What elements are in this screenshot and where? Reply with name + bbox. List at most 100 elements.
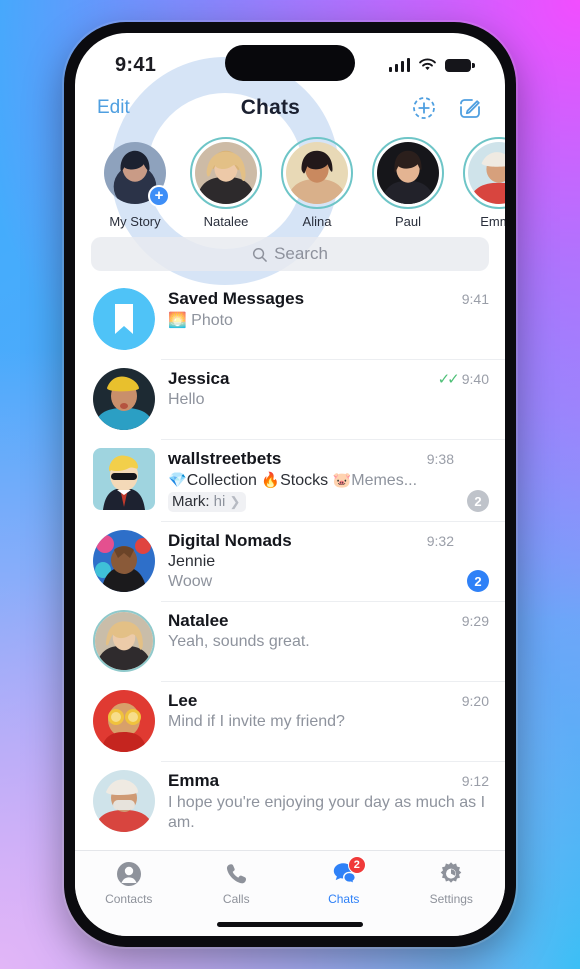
wallstreetbets-avatar (93, 448, 155, 510)
chat-row-digital-nomads[interactable]: Digital Nomads 9:32 Jennie Woow 2 (75, 521, 505, 601)
chat-preview-text: Mind if I invite my friend? (168, 713, 345, 730)
tab-contacts[interactable]: Contacts (75, 859, 183, 906)
chat-preview-part: Stocks (280, 472, 329, 489)
chat-content: Natalee 9:29 Yeah, sounds great. (168, 610, 489, 672)
edit-button[interactable]: Edit (97, 97, 130, 119)
paul-story-avatar (377, 142, 439, 204)
phone-screen: 9:41 Edit Chats + My Story Natalee Alina… (75, 33, 505, 936)
nav-actions (411, 95, 483, 121)
chat-preview-part: Memes... (351, 472, 418, 489)
chat-time: 9:20 (461, 693, 489, 709)
tab-label: Contacts (105, 892, 153, 906)
chat-title: Digital Nomads (168, 531, 292, 550)
home-indicator (217, 922, 363, 927)
story-item-paul[interactable]: Paul (370, 137, 446, 229)
alina-story-avatar (286, 142, 348, 204)
chat-time: 9:12 (461, 773, 489, 789)
navigation-bar: Edit Chats (75, 91, 505, 127)
chat-content: Saved Messages 9:41 🌅 Photo (168, 288, 489, 350)
read-double-check-icon: ✓✓ (437, 371, 460, 388)
chat-time: 9:41 (461, 291, 489, 307)
chat-title: Emma (168, 771, 220, 790)
stories-row[interactable]: + My Story Natalee Alina Paul Em (75, 127, 505, 233)
chat-preview-text: Photo (191, 312, 233, 329)
chat-row-emma[interactable]: Emma 9:12 I hope you're enjoying your da… (75, 761, 505, 842)
chat-time: 9:38 (426, 451, 454, 467)
chat-preview-text: I hope you're enjoying your day as much … (168, 794, 486, 831)
chat-row-wallstreetbets[interactable]: wallstreetbets 9:38 💎Collection 🔥Stocks … (75, 439, 505, 521)
chat-preview: 🌅 Photo (168, 311, 489, 330)
emma-story-avatar (468, 142, 505, 204)
story-item-emma[interactable]: Emma (461, 137, 505, 229)
chat-content: Jessica ✓✓ 9:40 Hello (168, 368, 489, 430)
chat-row-lee[interactable]: Lee 9:20 Mind if I invite my friend? (75, 681, 505, 761)
chat-preview-text: Woow (168, 573, 213, 590)
chat-row-saved-messages[interactable]: Saved Messages 9:41 🌅 Photo (75, 279, 505, 359)
chat-title: Natalee (168, 611, 229, 630)
story-item-my-story[interactable]: + My Story (97, 137, 173, 229)
chat-row-jessica[interactable]: Jessica ✓✓ 9:40 Hello (75, 359, 505, 439)
page-title: Chats (240, 96, 301, 119)
reply-sender: Mark: (172, 493, 210, 510)
add-story-circle-plus-icon[interactable] (411, 95, 437, 121)
dynamic-island (225, 45, 355, 81)
lee-avatar (93, 690, 155, 752)
tab-settings[interactable]: Settings (398, 859, 506, 906)
search-input[interactable]: Search (91, 237, 489, 271)
chat-preview-text: Hello (168, 391, 205, 408)
story-label: Alina (302, 214, 332, 229)
tab-calls[interactable]: Calls (183, 859, 291, 906)
saved-messages-bookmark-icon (93, 288, 155, 350)
chat-content: wallstreetbets 9:38 💎Collection 🔥Stocks … (168, 448, 454, 512)
chat-time: 9:32 (426, 533, 454, 549)
chat-preview: 💎Collection 🔥Stocks 🐷Memes... (168, 471, 454, 490)
tab-unread-badge: 2 (347, 856, 366, 874)
chat-right-column: 2 (467, 448, 489, 512)
story-item-natalee[interactable]: Natalee (188, 137, 264, 229)
add-story-plus-badge[interactable]: + (148, 185, 170, 207)
person-circle-icon (75, 859, 183, 889)
battery-icon (445, 58, 475, 72)
phone-frame: 9:41 Edit Chats + My Story Natalee Alina… (64, 22, 516, 947)
emma-avatar (93, 770, 155, 832)
chat-row-natalee[interactable]: Natalee 9:29 Yeah, sounds great. (75, 601, 505, 681)
tab-label: Chats (328, 892, 360, 906)
chat-right-column: 2 (467, 530, 489, 592)
status-indicators (388, 58, 475, 72)
story-label: Paul (394, 214, 422, 229)
chat-sender: Jennie (168, 553, 216, 570)
chat-content: Digital Nomads 9:32 Jennie Woow (168, 530, 454, 592)
chat-preview-text: Yeah, sounds great. (168, 633, 310, 650)
chevron-right-icon: ❯ (229, 494, 241, 509)
reply-preview-chip[interactable]: Mark: hi ❯ (168, 492, 247, 512)
phone-icon (183, 859, 291, 889)
story-label: My Story (109, 214, 161, 229)
unread-badge: 2 (467, 570, 489, 592)
tab-label: Calls (222, 892, 250, 906)
wifi-icon (419, 58, 436, 70)
chat-title: Lee (168, 691, 198, 710)
fire-icon: 🔥 (261, 472, 281, 489)
search-magnifier-icon (252, 247, 267, 262)
cellular-bars-icon (388, 58, 410, 72)
natalee-avatar (93, 610, 155, 672)
chat-title: wallstreetbets (168, 449, 282, 468)
status-time: 9:41 (115, 53, 157, 76)
compose-pencil-square-icon[interactable] (457, 95, 483, 121)
story-label: Natalee (203, 214, 249, 229)
tab-label: Settings (429, 892, 473, 906)
pig-icon: 🐷 (332, 472, 352, 489)
chat-preview-part: Collection (186, 472, 257, 489)
chat-content: Emma 9:12 I hope you're enjoying your da… (168, 770, 489, 833)
story-label: Emma (480, 214, 505, 229)
chat-content: Lee 9:20 Mind if I invite my friend? (168, 690, 489, 752)
chat-bubbles-icon: 2 (290, 856, 398, 889)
tab-chats[interactable]: 2 Chats (290, 856, 398, 906)
chat-list[interactable]: Saved Messages 9:41 🌅 Photo Jessica ✓✓ 9… (75, 279, 505, 842)
story-item-alina[interactable]: Alina (279, 137, 355, 229)
chat-time: 9:40 (461, 371, 489, 387)
natalee-story-avatar (195, 142, 257, 204)
chat-time: 9:29 (461, 613, 489, 629)
unread-badge: 2 (467, 490, 489, 512)
jessica-avatar (93, 368, 155, 430)
